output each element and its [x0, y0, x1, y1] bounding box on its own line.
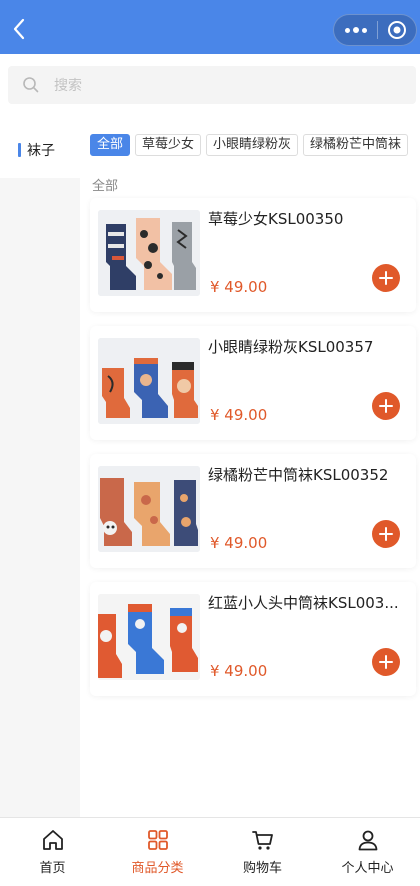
home-icon — [42, 830, 63, 850]
plus-icon — [379, 655, 393, 669]
search-input[interactable]: 搜索 — [8, 66, 416, 104]
more-dots-icon — [344, 27, 350, 33]
sidebar-item-socks[interactable]: 袜子 — [0, 122, 80, 178]
tag-strawberry-girl[interactable]: 草莓少女 — [135, 134, 202, 156]
add-to-cart-button[interactable] — [372, 648, 400, 676]
tag-small-eyes[interactable]: 小眼睛绿粉灰 — [206, 134, 299, 156]
plus-icon — [379, 271, 393, 285]
active-indicator — [18, 143, 21, 157]
tab-label: 首页 — [39, 861, 66, 876]
add-to-cart-button[interactable] — [372, 264, 400, 292]
tab-profile[interactable]: 个人中心 — [315, 818, 420, 886]
tab-cart[interactable]: 购物车 — [210, 818, 315, 886]
product-image — [98, 210, 200, 296]
mini-program-capsule — [333, 14, 417, 46]
tab-label: 个人中心 — [341, 861, 394, 876]
more-button[interactable] — [334, 15, 377, 45]
product-card[interactable]: 绿橘粉芒中筒袜KSL00352 ¥ 49.00 — [90, 454, 416, 568]
nav-header — [0, 0, 420, 54]
product-name[interactable]: 草莓少女KSL00350 — [208, 208, 410, 229]
search-icon — [23, 77, 39, 93]
product-price: ¥ 49.00 — [210, 534, 268, 552]
subcategory-tags: 全部 草莓少女 小眼睛绿粉灰 绿橘粉芒中筒袜 — [90, 134, 420, 158]
close-button[interactable] — [378, 15, 416, 45]
product-card[interactable]: 草莓少女KSL00350 ¥ 49.00 — [90, 198, 416, 312]
sidebar-item-label: 袜子 — [27, 143, 55, 159]
add-to-cart-button[interactable] — [372, 520, 400, 548]
product-price: ¥ 49.00 — [210, 406, 268, 424]
product-image — [98, 466, 200, 552]
add-to-cart-button[interactable] — [372, 392, 400, 420]
target-circle-icon — [388, 21, 407, 39]
plus-icon — [379, 527, 393, 541]
user-icon — [358, 830, 377, 851]
plus-icon — [379, 399, 393, 413]
product-name[interactable]: 绿橘粉芒中筒袜KSL00352 — [208, 464, 410, 485]
tab-home[interactable]: 首页 — [0, 818, 105, 886]
product-price: ¥ 49.00 — [210, 662, 268, 680]
tab-label: 购物车 — [242, 861, 282, 876]
product-card[interactable]: 红蓝小人头中筒袜KSL003... ¥ 49.00 — [90, 582, 416, 696]
bottom-tabbar: 首页 商品分类 购物车 个人中心 — [0, 817, 420, 886]
category-sidebar — [0, 178, 80, 818]
product-image — [98, 594, 200, 680]
tab-category[interactable]: 商品分类 — [105, 818, 210, 886]
product-image — [98, 338, 200, 424]
tag-all[interactable]: 全部 — [90, 134, 131, 156]
product-name[interactable]: 小眼睛绿粉灰KSL00357 — [208, 336, 410, 357]
cart-icon — [251, 831, 273, 850]
section-title: 全部 — [92, 179, 119, 194]
category-grid-icon — [147, 830, 168, 850]
back-button[interactable] — [6, 14, 32, 44]
tab-label: 商品分类 — [131, 861, 184, 876]
product-card[interactable]: 小眼睛绿粉灰KSL00357 ¥ 49.00 — [90, 326, 416, 440]
search-placeholder: 搜索 — [54, 78, 82, 94]
tag-green-orange-pink[interactable]: 绿橘粉芒中筒袜 — [303, 134, 409, 156]
product-name[interactable]: 红蓝小人头中筒袜KSL003... — [208, 592, 410, 613]
product-price: ¥ 49.00 — [210, 278, 268, 296]
chevron-left-icon — [13, 18, 25, 40]
